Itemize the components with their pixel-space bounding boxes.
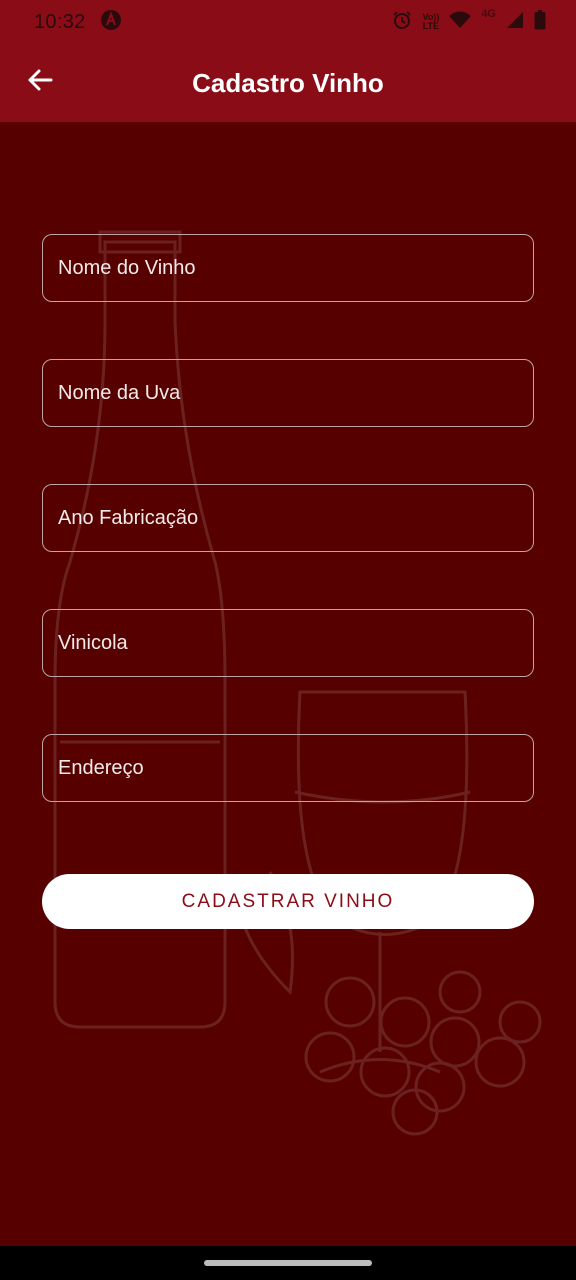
production-year-input[interactable]: [58, 506, 518, 530]
volte-bottom-label: LTE: [422, 21, 440, 31]
app-bar: Cadastro Vinho: [0, 44, 576, 122]
winery-field[interactable]: [42, 609, 534, 677]
home-gesture-handle[interactable]: [204, 1260, 372, 1266]
screen: 10:32 Vo)) LTE 4G Cadastro Vinho Nome do…: [0, 0, 576, 1280]
winery-input[interactable]: [58, 631, 518, 655]
back-button[interactable]: [22, 64, 58, 100]
alarm-icon: [392, 10, 412, 35]
grape-name-field[interactable]: [42, 359, 534, 427]
register-wine-button[interactable]: CADASTRAR VINHO: [42, 874, 534, 929]
volte-indicator: Vo)) LTE: [422, 13, 439, 31]
wine-name-field[interactable]: [42, 234, 534, 302]
page-title: Cadastro Vinho: [192, 67, 384, 98]
status-right: Vo)) LTE 4G: [392, 7, 546, 35]
grape-name-input[interactable]: [58, 381, 518, 405]
app-notification-icon: [100, 9, 122, 36]
status-time: 10:32: [34, 10, 86, 33]
wine-form: [42, 234, 534, 859]
address-field[interactable]: [42, 734, 534, 802]
wifi-icon: [449, 11, 472, 34]
status-bar: 10:32 Vo)) LTE 4G: [0, 0, 576, 44]
address-input[interactable]: [58, 756, 518, 780]
signal-icon: [506, 11, 524, 34]
battery-icon: [534, 9, 546, 35]
production-year-field[interactable]: [42, 484, 534, 552]
wine-name-input[interactable]: [58, 256, 518, 280]
network-type-label: 4G: [481, 7, 496, 20]
status-left: 10:32: [34, 9, 122, 36]
navigation-bar: [0, 1246, 576, 1280]
arrow-left-icon: [27, 67, 53, 98]
